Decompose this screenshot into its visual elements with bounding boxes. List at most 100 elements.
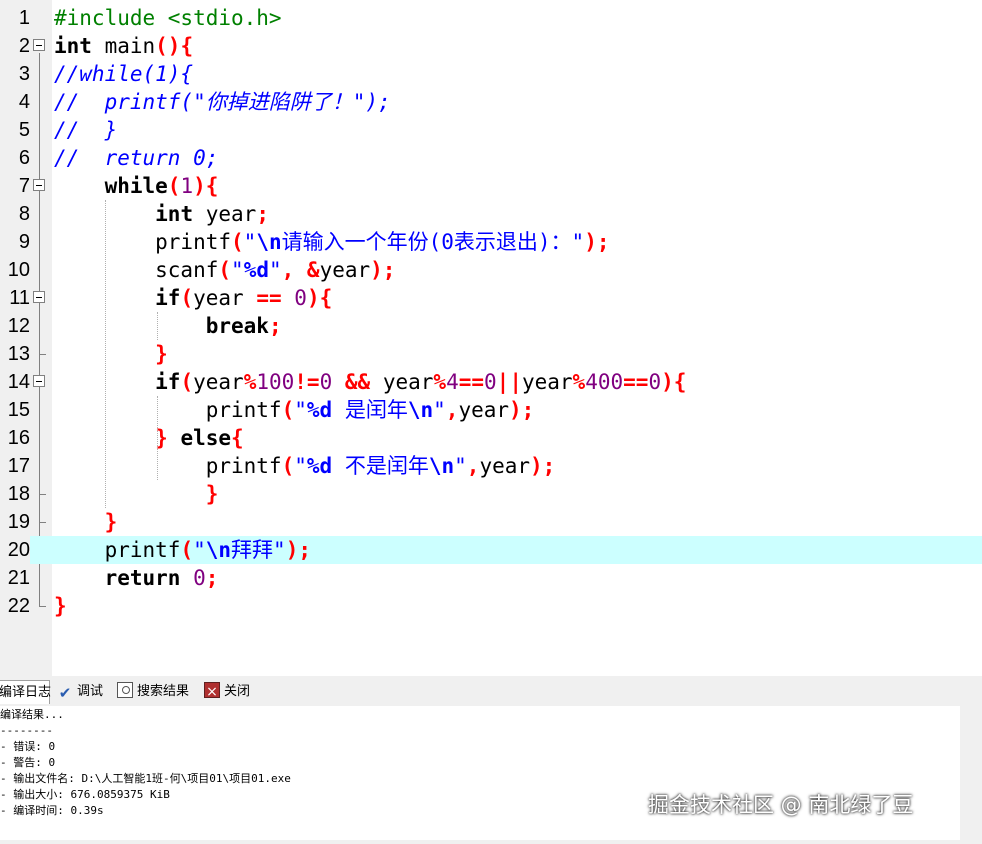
line-number: 6 — [18, 147, 30, 169]
code-token: % — [433, 370, 447, 394]
fold-toggle-icon[interactable] — [33, 375, 45, 387]
tab-close[interactable]: 关闭 — [204, 680, 250, 704]
code-token: 0 — [484, 370, 497, 394]
fold-toggle-icon[interactable] — [33, 39, 45, 51]
code-token: ( — [180, 370, 194, 394]
code-line[interactable]: 7 while(1){ — [0, 172, 982, 200]
code-token: return — [104, 566, 181, 590]
code-token: ){ — [193, 174, 219, 198]
line-number: 20 — [0, 536, 30, 564]
code-token: printf — [54, 538, 181, 562]
line-number: 13 — [7, 343, 30, 365]
code-token: ){ — [306, 286, 333, 310]
tab-search-results[interactable]: 搜索结果 — [117, 680, 189, 704]
code-token: == — [623, 370, 649, 394]
log-line: - 错误: 0 — [0, 740, 56, 753]
code-line[interactable]: 11 if(year == 0){ — [0, 284, 982, 312]
code-text: } — [54, 508, 118, 536]
code-line[interactable]: 4 // printf("你掉进陷阱了！"); — [0, 88, 982, 116]
code-token: % — [243, 370, 257, 394]
line-number: 4 — [18, 91, 30, 113]
tab-compile-log[interactable]: 编译日志 — [0, 680, 51, 704]
code-token: ; — [268, 314, 282, 338]
code-token: != — [294, 370, 320, 394]
code-token: ( — [281, 454, 295, 478]
fold-toggle-icon[interactable] — [33, 179, 45, 191]
code-line[interactable]: 6 // return 0; — [0, 144, 982, 172]
tab-debug[interactable]: ✔ 调试 — [57, 680, 103, 704]
fold-toggle-icon[interactable] — [33, 291, 45, 303]
code-token: 请输入一个年份(0表示退出)：" — [281, 230, 585, 254]
code-text: } — [54, 480, 219, 508]
code-token: " — [294, 398, 307, 422]
code-line[interactable]: 18 } — [0, 480, 982, 508]
code-line[interactable]: 16 } else{ — [0, 424, 982, 452]
code-token: main — [91, 34, 156, 58]
tab-debug-label: 调试 — [77, 683, 104, 698]
code-token: ); — [509, 398, 535, 422]
code-line[interactable]: 1 #include <stdio.h> — [0, 4, 982, 32]
code-token: " — [243, 230, 257, 254]
log-line: -------- — [0, 724, 53, 737]
line-number: 16 — [7, 427, 30, 449]
code-token: 不是闰年 — [332, 454, 429, 478]
code-token: int — [155, 202, 194, 226]
code-line[interactable]: 19 } — [0, 508, 982, 536]
log-line: - 输出文件名: D:\人工智能1班-何\项目01\项目01.exe — [0, 772, 291, 785]
code-token: % — [572, 370, 586, 394]
code-line[interactable]: 8 int year; — [0, 200, 982, 228]
code-token: scanf — [54, 258, 219, 282]
log-scrollbar[interactable] — [960, 706, 982, 840]
code-token: //while(1){ — [54, 62, 194, 86]
code-line[interactable]: 13 } — [0, 340, 982, 368]
code-line[interactable]: 15 printf("%d 是闰年\n",year); — [0, 396, 982, 424]
code-token: " — [294, 454, 307, 478]
code-text: if(year%100!=0 && year%4==0||year%400==0… — [54, 368, 686, 396]
code-editor[interactable]: 1 #include <stdio.h> 2 int main(){3//while(… — [0, 0, 982, 676]
code-token: %d — [306, 398, 333, 422]
check-icon: ✔ — [58, 684, 72, 702]
code-line[interactable]: 2 int main(){ — [0, 32, 982, 60]
code-token: } — [155, 342, 168, 366]
code-token: else — [180, 426, 232, 450]
code-token: %d — [243, 258, 269, 282]
code-line[interactable]: 9 printf("\n请输入一个年份(0表示退出)："); — [0, 228, 982, 256]
code-text: // printf("你掉进陷阱了！"); — [54, 88, 391, 116]
code-token: " — [231, 258, 244, 282]
close-icon — [204, 681, 220, 703]
code-line[interactable]: 14 if(year%100!=0 && year%4==0||year%400… — [0, 368, 982, 396]
code-line[interactable]: 21 return 0; — [0, 564, 982, 592]
code-text: return 0; — [54, 564, 219, 592]
line-number: 22 — [7, 595, 30, 617]
code-line[interactable]: 20 printf("\n拜拜"); — [0, 536, 982, 564]
code-line[interactable]: 22} — [0, 592, 982, 620]
code-token: ; — [205, 566, 219, 590]
line-number: 12 — [7, 315, 30, 337]
code-token: printf — [54, 398, 282, 422]
code-token: // } — [54, 118, 118, 142]
code-token: ){ — [661, 370, 687, 394]
code-line[interactable]: 5 // } — [0, 116, 982, 144]
code-line[interactable]: 17 printf("%d 不是闰年\n",year); — [0, 452, 982, 480]
code-token: ( — [218, 258, 232, 282]
code-token: ( — [180, 286, 194, 310]
log-line: - 警告: 0 — [0, 756, 56, 769]
code-line[interactable]: 3 //while(1){ — [0, 60, 982, 88]
watermark: 掘金技术社区 @ 南北绿了豆 — [648, 793, 914, 817]
code-text: // } — [54, 116, 117, 144]
log-line: - 输出大小: 676.0859375 KiB — [0, 788, 170, 801]
code-line[interactable]: 12 break; — [0, 312, 982, 340]
code-text: //while(1){ — [54, 60, 193, 88]
search-results-icon — [117, 682, 133, 698]
code-token: \n — [428, 454, 455, 478]
line-number: 18 — [7, 483, 30, 505]
code-text: #include <stdio.h> — [54, 4, 282, 32]
code-line[interactable]: 10 scanf("%d", &year); — [0, 256, 982, 284]
code-token: " — [454, 454, 467, 478]
code-text: if(year == 0){ — [54, 284, 332, 312]
line-number: 14 — [7, 371, 30, 393]
